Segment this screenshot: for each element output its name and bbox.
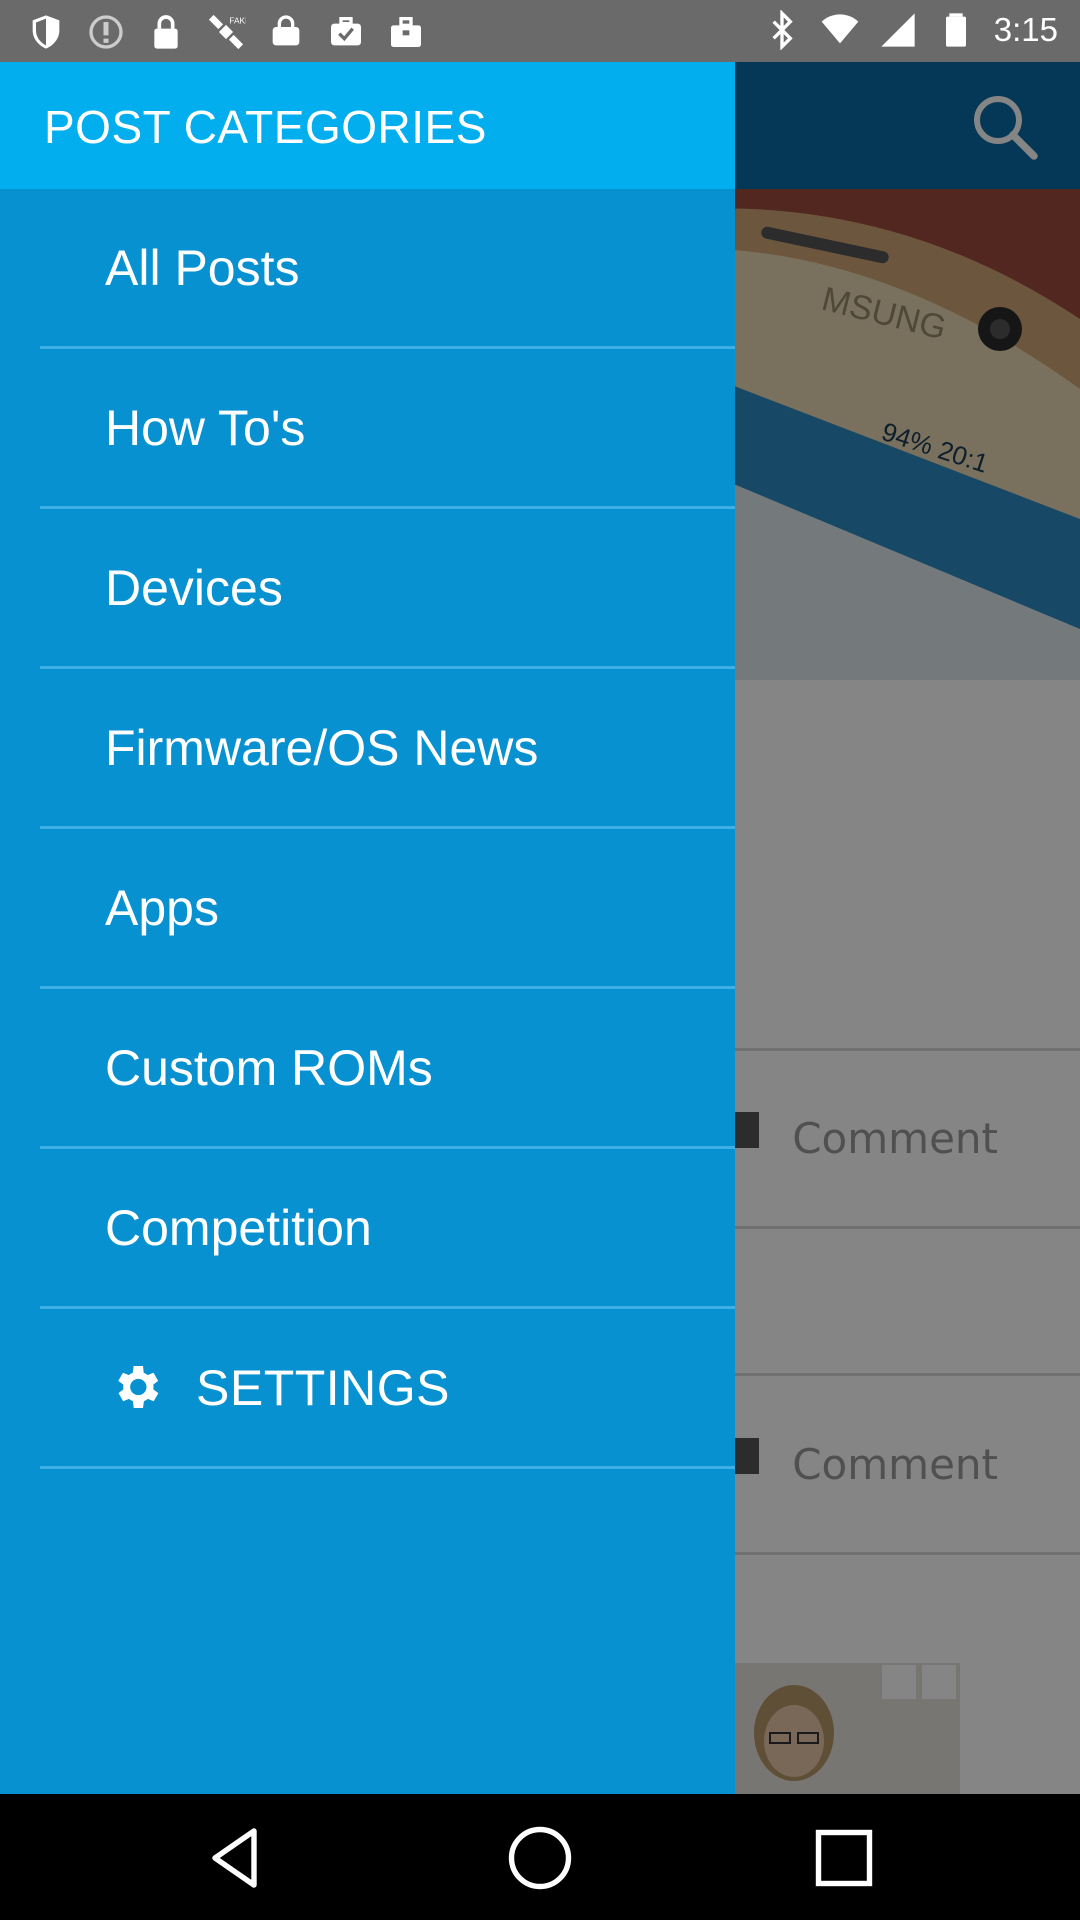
shopping-bag-icon bbox=[391, 17, 421, 47]
system-navigation-bar bbox=[0, 1794, 1080, 1920]
menu-item-firmware-os-news[interactable]: Firmware/OS News bbox=[0, 669, 735, 829]
menu-item-label: Devices bbox=[105, 560, 283, 616]
back-icon[interactable] bbox=[200, 1822, 272, 1894]
menu-item-apps[interactable]: Apps bbox=[0, 829, 735, 989]
menu-divider bbox=[40, 1466, 735, 1469]
satellite-icon: FAKE bbox=[208, 14, 246, 50]
menu-item-custom-roms[interactable]: Custom ROMs bbox=[0, 989, 735, 1149]
menu-item-all-posts[interactable]: All Posts bbox=[0, 189, 735, 349]
menu-item-label: Apps bbox=[105, 880, 219, 936]
menu-item-label: Firmware/OS News bbox=[105, 720, 539, 776]
status-system-icons: 3:15 bbox=[762, 10, 1058, 50]
home-icon[interactable] bbox=[504, 1822, 576, 1894]
wifi-icon bbox=[821, 14, 859, 44]
menu-item-how-tos[interactable]: How To's bbox=[0, 349, 735, 509]
menu-item-devices[interactable]: Devices bbox=[0, 509, 735, 669]
menu-item-label: How To's bbox=[105, 400, 306, 456]
bluetooth-icon bbox=[772, 10, 793, 50]
menu-item-settings[interactable]: SETTINGS bbox=[0, 1309, 735, 1469]
cell-signal-icon bbox=[881, 13, 915, 47]
menu-item-label: All Posts bbox=[105, 240, 300, 296]
menu-item-label: Competition bbox=[105, 1200, 372, 1256]
lock-icon bbox=[154, 15, 178, 49]
status-bar: FAKE 3:15 bbox=[0, 0, 1080, 62]
status-notification-icons: FAKE bbox=[26, 12, 426, 52]
settings-label: SETTINGS bbox=[196, 1360, 451, 1416]
drawer-title: POST CATEGORIES bbox=[44, 101, 487, 153]
menu-item-label: Custom ROMs bbox=[105, 1040, 433, 1096]
navigation-drawer: POST CATEGORIES All Posts How To's Devic… bbox=[0, 62, 735, 1794]
menu-item-competition[interactable]: Competition bbox=[0, 1149, 735, 1309]
shield-icon bbox=[32, 15, 60, 49]
alert-icon bbox=[89, 15, 123, 49]
gear-icon bbox=[118, 1366, 159, 1408]
status-time: 3:15 bbox=[993, 11, 1058, 48]
drawer-header: POST CATEGORIES bbox=[0, 62, 735, 189]
recents-icon[interactable] bbox=[808, 1822, 880, 1894]
bag-icon bbox=[272, 15, 300, 46]
svg-text:FAKE: FAKE bbox=[229, 16, 246, 26]
briefcase-check-icon bbox=[331, 17, 361, 46]
battery-icon bbox=[945, 13, 966, 47]
